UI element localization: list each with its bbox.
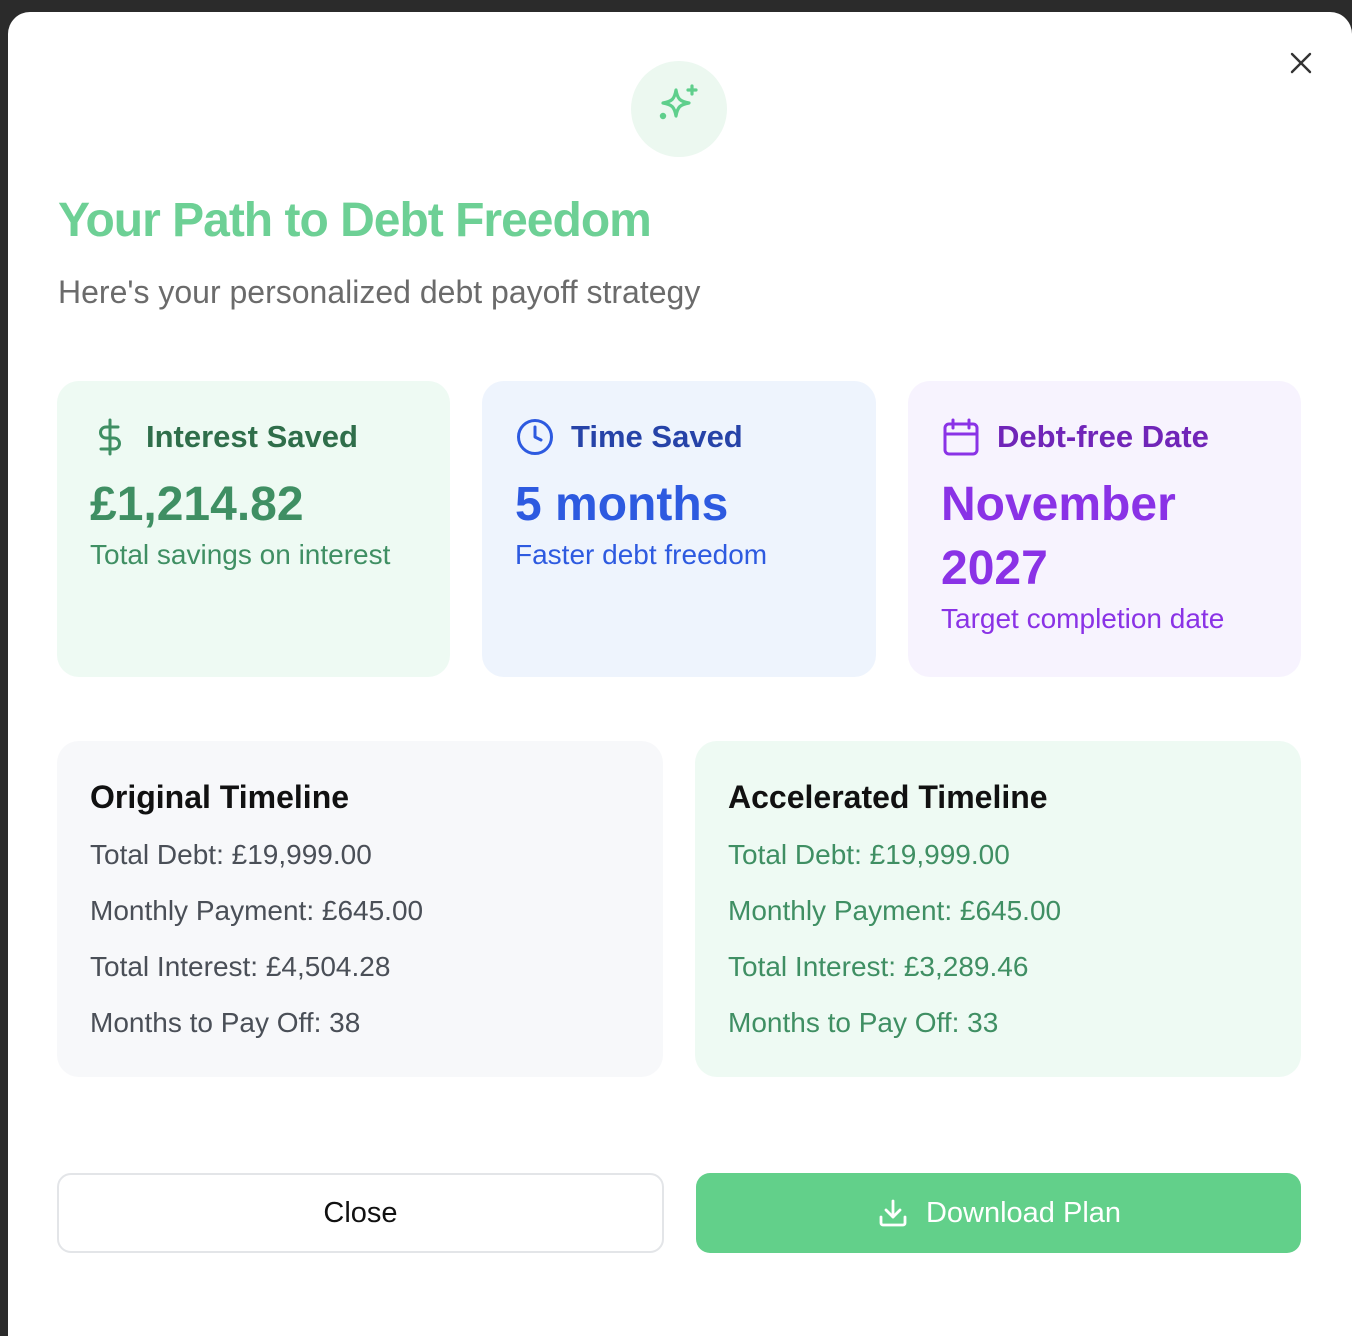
monthly-payment-row: Monthly Payment: £645.00	[728, 895, 1062, 926]
accelerated-timeline-card: Accelerated Timeline Total Debt: £19,999…	[695, 741, 1301, 1077]
dialog-subtitle: Here's your personalized debt payoff str…	[58, 274, 701, 310]
months-to-pay-off-row: Months to Pay Off: 38	[90, 1007, 361, 1038]
total-interest-row: Total Interest: £4,504.28	[90, 951, 391, 982]
dollar-icon	[90, 417, 130, 457]
stat-label: Debt-free Date	[997, 419, 1209, 454]
months-to-pay-off-row: Months to Pay Off: 33	[728, 1007, 999, 1038]
hero-icon-circle	[631, 61, 727, 157]
monthly-payment-row: Monthly Payment: £645.00	[90, 895, 424, 926]
total-debt-row: Total Debt: £19,999.00	[90, 839, 372, 870]
stat-note: Target completion date	[941, 603, 1225, 634]
stat-note: Faster debt freedom	[515, 539, 768, 570]
download-icon	[876, 1196, 910, 1230]
close-button-label: Close	[323, 1196, 398, 1229]
timeline-title: Original Timeline	[90, 779, 350, 815]
total-debt-row: Total Debt: £19,999.00	[728, 839, 1010, 870]
total-interest-row: Total Interest: £3,289.46	[728, 951, 1029, 982]
stat-label: Time Saved	[571, 419, 743, 454]
stat-value: November 2027	[941, 478, 1176, 595]
timeline-title: Accelerated Timeline	[728, 779, 1048, 815]
original-timeline-card: Original Timeline Total Debt: £19,999.00…	[57, 741, 663, 1077]
dialog-title: Your Path to Debt Freedom	[58, 194, 652, 247]
clock-icon	[515, 417, 555, 457]
stat-value: 5 months	[515, 478, 729, 531]
close-button[interactable]: Close	[57, 1173, 664, 1253]
download-button-label: Download Plan	[925, 1196, 1122, 1229]
time-saved-card: Time Saved 5 months Faster debt freedom	[482, 381, 876, 677]
stat-note: Total savings on interest	[90, 539, 391, 570]
debt-free-date-card: Debt-free Date November 2027 Target comp…	[908, 381, 1301, 677]
stat-label: Interest Saved	[146, 419, 358, 454]
calendar-icon	[941, 417, 981, 457]
close-icon[interactable]	[1286, 48, 1316, 78]
download-plan-button[interactable]: Download Plan	[696, 1173, 1301, 1253]
interest-saved-card: Interest Saved £1,214.82 Total savings o…	[57, 381, 450, 677]
sparkles-icon	[654, 82, 704, 137]
debt-freedom-dialog: Your Path to Debt Freedom Here's your pe…	[8, 12, 1352, 1336]
stat-value: £1,214.82	[90, 478, 304, 531]
